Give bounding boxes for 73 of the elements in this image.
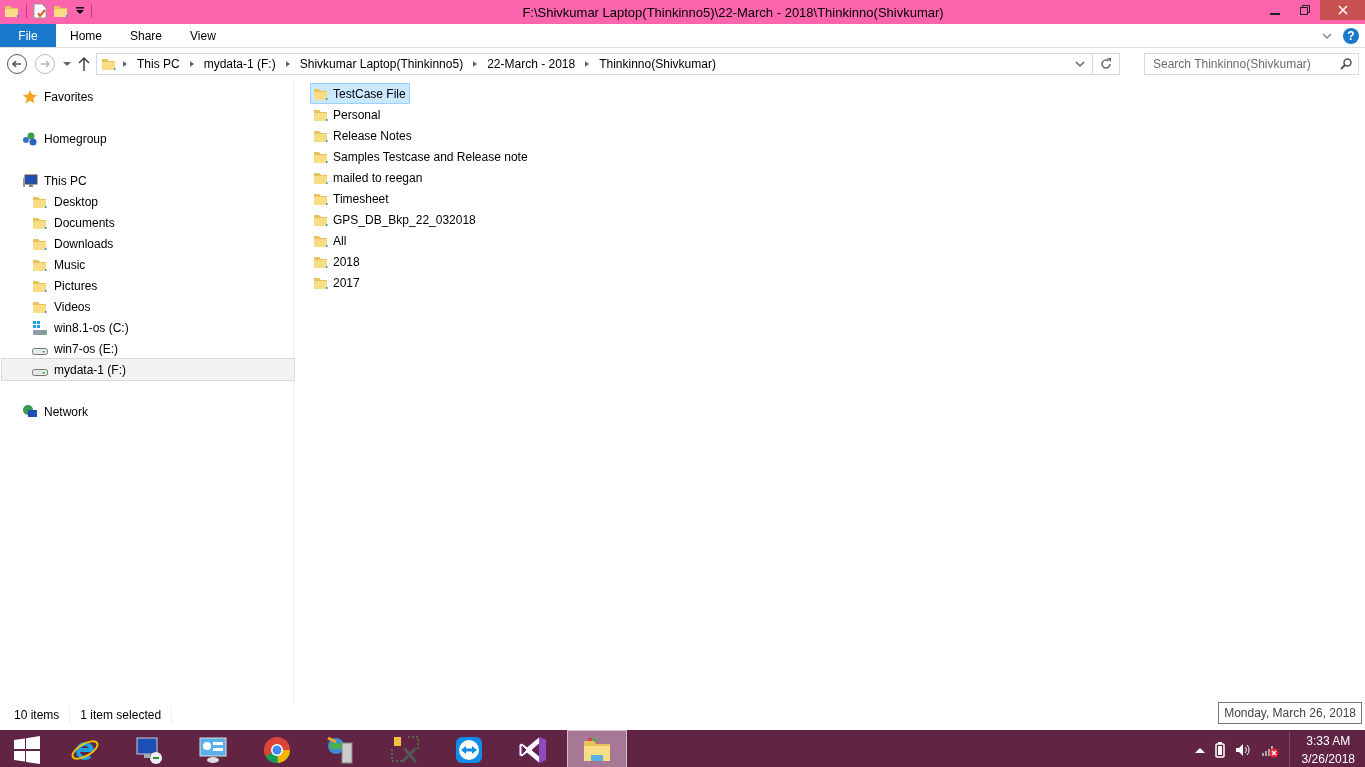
window-title: F:\Shivkumar Laptop(Thinkinno5)\22-March - 2018\Thinkinno(Shivkumar)	[521, 4, 945, 22]
nav-item[interactable]: Downloads	[2, 233, 294, 254]
folder-item[interactable]: All	[310, 230, 351, 251]
item-count: 10 items	[14, 706, 71, 724]
up-arrow-icon[interactable]	[1194, 746, 1205, 754]
network-icon	[22, 403, 38, 420]
back-icon[interactable]	[6, 53, 28, 75]
restore-icon	[1300, 5, 1310, 15]
ribbon-tab[interactable]: View	[176, 24, 230, 47]
star-icon	[22, 88, 38, 105]
date-tooltip: Monday, March 26, 2018	[1218, 702, 1362, 724]
document-check-icon[interactable]	[33, 3, 47, 19]
ribbon-tab[interactable]: Home	[56, 24, 116, 47]
folder-item[interactable]: 2017	[310, 272, 364, 293]
computer-icon	[22, 172, 38, 189]
file-menu-button[interactable]: File	[0, 24, 56, 47]
chevron-icon	[283, 60, 292, 68]
folder-item[interactable]: 2018	[310, 251, 364, 272]
windows-logo-icon	[13, 736, 41, 764]
chevron-icon	[121, 60, 129, 68]
folder-item[interactable]: mailed to reegan	[310, 167, 427, 188]
folder-icon	[4, 3, 20, 19]
search-field[interactable]: Search Thinkinno(Shivkumar)	[1144, 53, 1359, 75]
folder-icon	[101, 56, 117, 72]
chevron-icon	[187, 60, 196, 68]
breadcrumb-link[interactable]: Thinkinno(Shivkumar)	[597, 55, 718, 73]
nav-item[interactable]: win8.1-os (C:)	[2, 317, 294, 338]
caret-icon[interactable]	[62, 59, 72, 69]
battery-icon[interactable]	[1214, 742, 1225, 758]
folder-item[interactable]: Samples Testcase and Release note	[310, 146, 532, 167]
help-button[interactable]: ?	[1343, 28, 1359, 44]
folder-item[interactable]: Timesheet	[310, 188, 393, 209]
chrome-icon	[262, 735, 292, 765]
nav-item[interactable]: mydata-1 (F:)	[2, 359, 294, 380]
drive-icon	[32, 368, 48, 376]
speaker-icon[interactable]	[1234, 742, 1251, 758]
nav-item[interactable]: Videos	[2, 296, 294, 317]
minimize-icon	[1270, 12, 1280, 15]
nav-item[interactable]: Pictures	[2, 275, 294, 296]
folder-item[interactable]: Release Notes	[310, 125, 416, 146]
server-globe-icon	[326, 735, 356, 765]
close-icon	[1337, 5, 1348, 15]
nav-item[interactable]: Documents	[2, 212, 294, 233]
nav-item[interactable]: Network	[2, 401, 294, 422]
nav-item[interactable]: Homegroup	[2, 128, 294, 149]
nav-item[interactable]: Favorites	[2, 86, 294, 107]
tools-icon	[390, 735, 420, 765]
dropdown-icon[interactable]	[75, 6, 85, 16]
ribbon-tab[interactable]: Share	[116, 24, 177, 47]
breadcrumb-link[interactable]: 22-March - 2018	[485, 55, 578, 73]
up-arrow-icon[interactable]	[78, 56, 90, 72]
breadcrumb-link[interactable]: Shivkumar Laptop(Thinkinno5)	[297, 55, 466, 73]
breadcrumb-link[interactable]: This PC	[135, 55, 182, 73]
refresh-icon[interactable]	[1099, 57, 1113, 71]
folder-item[interactable]: GPS_DB_Bkp_22_032018	[310, 209, 480, 230]
nav-item[interactable]: Desktop	[2, 191, 294, 212]
clock[interactable]: 3:33 AM 3/26/2018	[1288, 732, 1355, 767]
address-bar[interactable]: This PC mydata-1 (F:) Shivkumar Laptop(Thinkinno5) 22-March - 2018 Thinkinno(Shivkumar)	[96, 53, 1120, 75]
folder-item[interactable]: Personal	[310, 104, 385, 125]
nav-item[interactable]: win7-os (E:)	[2, 338, 294, 359]
selection-count: 1 item selected	[80, 706, 173, 724]
windows-drive-icon	[32, 319, 48, 336]
folder-item[interactable]: TestCase File	[310, 83, 410, 104]
nav-item[interactable]: This PC	[2, 170, 294, 191]
breadcrumb-link[interactable]: mydata-1 (F:)	[201, 55, 278, 73]
homegroup-icon	[22, 130, 38, 147]
remote-desktop-icon	[134, 735, 164, 765]
teamviewer-icon	[454, 735, 484, 765]
search-icon	[1340, 58, 1352, 70]
control-panel-icon	[198, 735, 228, 765]
nav-item[interactable]: Music	[2, 254, 294, 275]
drive-icon	[32, 347, 48, 355]
visual-studio-icon	[518, 735, 548, 765]
